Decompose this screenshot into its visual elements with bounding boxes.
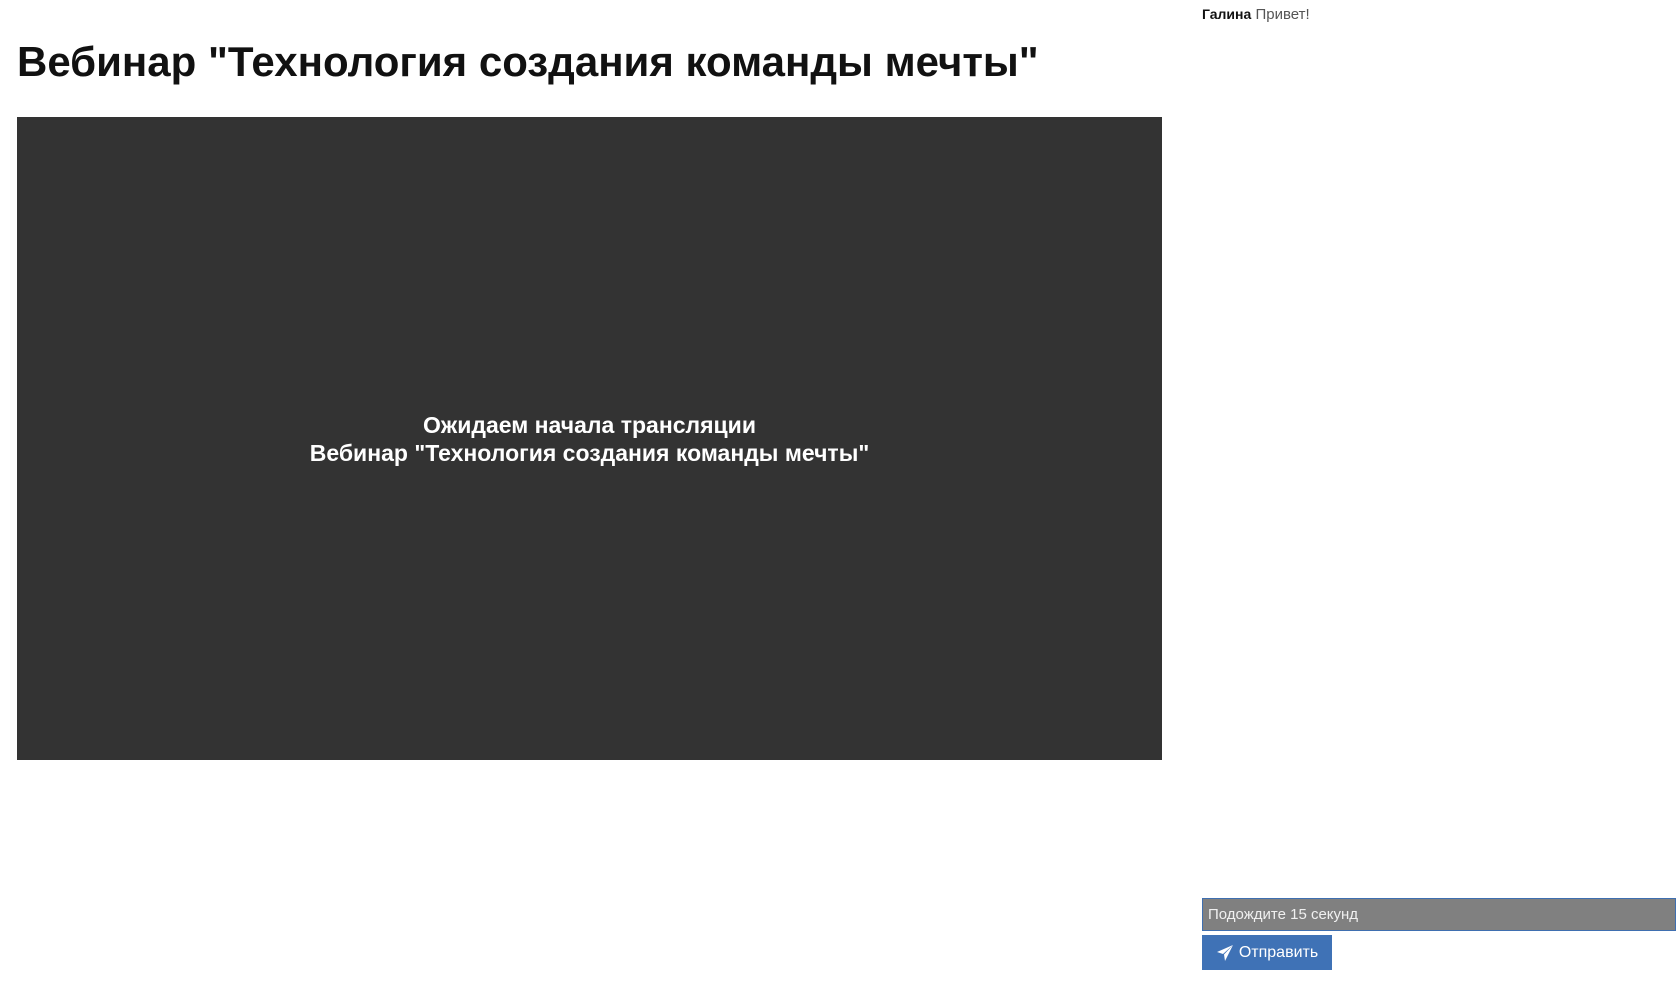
player-status-line-2: Вебинар "Технология создания команды меч… bbox=[309, 439, 870, 466]
video-player[interactable]: Ожидаем начала трансляции Вебинар "Техно… bbox=[17, 117, 1162, 760]
chat-message: Галина Привет! bbox=[1202, 4, 1310, 25]
chat-message-input[interactable] bbox=[1202, 898, 1676, 931]
send-button-label: Отправить bbox=[1238, 943, 1319, 961]
paper-plane-icon bbox=[1216, 944, 1234, 962]
chat-message-text: Привет! bbox=[1255, 6, 1310, 23]
send-button[interactable]: Отправить bbox=[1202, 935, 1332, 970]
chat-message-author: Галина bbox=[1202, 6, 1252, 22]
page-title: Вебинар "Технология создания команды меч… bbox=[17, 38, 1039, 85]
player-status-line-1: Ожидаем начала трансляции bbox=[423, 411, 756, 438]
chat-panel: Галина Привет! Отправить bbox=[1202, 0, 1676, 990]
